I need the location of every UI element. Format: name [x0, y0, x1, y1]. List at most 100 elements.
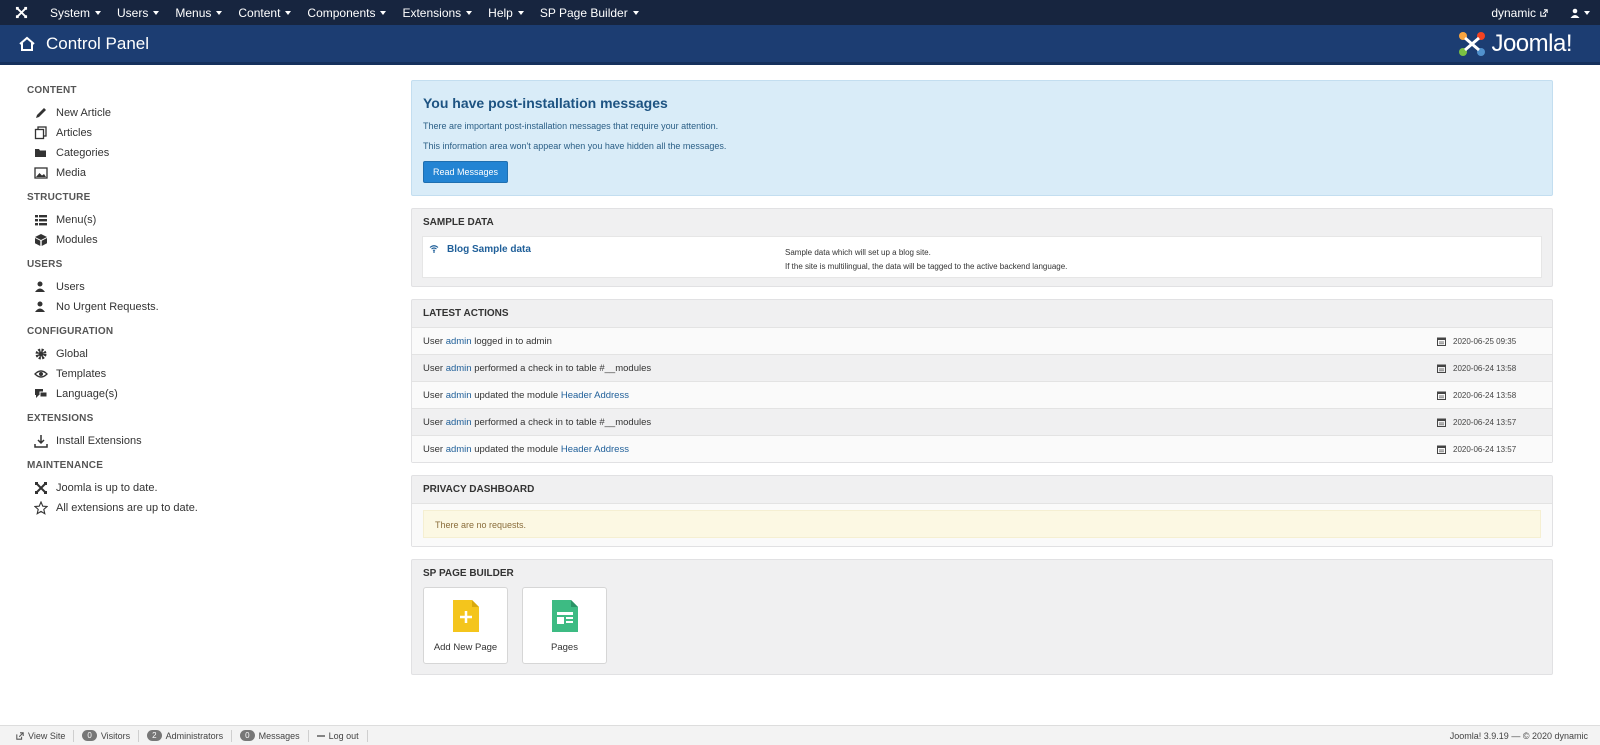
action-user-link[interactable]: admin [446, 390, 472, 401]
chevron-down-icon [466, 11, 473, 15]
sidebar-item-label: Joomla is up to date. [56, 482, 158, 494]
chevron-down-icon [216, 11, 223, 15]
top-menu-label: Content [238, 5, 281, 20]
logout-label: Log out [328, 730, 359, 741]
sidebar-item[interactable]: Modules [27, 230, 400, 250]
action-row: User admin performed a check in to table… [412, 408, 1552, 435]
sidebar-section: EXTENSIONS Install Extensions [27, 410, 400, 451]
sidebar-item-label: Install Extensions [56, 435, 142, 447]
sidebar-item-label: No Urgent Requests. [56, 301, 159, 313]
sample-data-desc-line1: Sample data which will set up a blog sit… [785, 248, 931, 257]
sidebar-item-label: Categories [56, 147, 110, 159]
sidebar-item-label: Menu(s) [56, 214, 97, 226]
sidebar-item[interactable]: Joomla is up to date. [27, 478, 400, 498]
chevron-down-icon [95, 11, 102, 15]
action-date: 2020-06-24 13:57 [1437, 418, 1541, 427]
view-site-label: View Site [28, 730, 66, 741]
sidebar-item[interactable]: Media [27, 163, 400, 183]
top-menu-label: Menus [175, 5, 212, 20]
pages-button[interactable]: Pages [522, 587, 607, 664]
sidebar-item[interactable]: Language(s) [27, 384, 400, 404]
top-menu-item[interactable]: Menus [167, 6, 230, 20]
sidebar-item-label: All extensions are up to date. [56, 502, 198, 514]
wifi-icon [429, 245, 439, 253]
postinstall-line1: There are important post-installation me… [423, 121, 719, 131]
top-menu-label: Help [488, 5, 513, 20]
administrators-label: Administrators [165, 730, 224, 741]
top-menu-item[interactable]: Components [299, 6, 394, 20]
action-item-link[interactable]: Header Address [561, 390, 629, 401]
calendar-icon [1437, 418, 1446, 427]
sidebar-item-label: Modules [56, 234, 98, 246]
visitors-status[interactable]: 0 Visitors [74, 729, 140, 742]
sidebar-heading: MAINTENANCE [27, 460, 104, 471]
sidebar-item-label: Global [56, 348, 88, 360]
sidebar-item[interactable]: Menu(s) [27, 210, 400, 230]
top-menu-item[interactable]: Help [480, 6, 532, 20]
top-menu-item[interactable]: Users [109, 6, 167, 20]
blog-sample-data-link[interactable]: Blog Sample data [423, 244, 785, 277]
external-link-icon [1540, 8, 1548, 17]
sidebar-item[interactable]: Users [27, 277, 400, 297]
view-site-link[interactable]: View Site [8, 729, 75, 742]
sidebar-item-label: Articles [56, 127, 93, 139]
sp-page-builder-panel: SP PAGE BUILDER Add New Page Pages [411, 559, 1553, 675]
calendar-icon [1437, 391, 1446, 400]
joomla-brand-logo: Joomla! [1457, 30, 1572, 58]
action-user-link[interactable]: admin [446, 444, 472, 455]
status-bar: View Site 0 Visitors 2 Administrators 0 … [0, 725, 1600, 745]
sidebar-item[interactable]: Templates [27, 364, 400, 384]
action-prefix: User [423, 389, 446, 401]
chevron-down-icon [517, 11, 524, 15]
action-text: User admin performed a check in to table… [423, 417, 651, 428]
action-text: User admin updated the module Header Add… [423, 444, 629, 455]
top-menu-item[interactable]: Content [230, 6, 299, 20]
sidebar: CONTENT New Article Articles Categories Medi… [0, 68, 400, 524]
cube-icon [34, 233, 48, 247]
top-menu-item[interactable]: System [42, 6, 109, 20]
comments-icon [34, 387, 48, 401]
joomla-logo-icon[interactable] [8, 0, 34, 25]
users-icon [34, 280, 48, 294]
top-menu-label: System [50, 5, 91, 20]
sample-data-description: Sample data which will set up a blog sit… [785, 246, 1067, 277]
postinstall-line2: This information area won't appear when … [423, 141, 727, 151]
site-link[interactable]: dynamic [1491, 6, 1548, 20]
postinstall-title: You have post-installation messages [423, 95, 668, 111]
sidebar-item-label: Templates [56, 368, 107, 380]
action-date-text: 2020-06-24 13:57 [1453, 444, 1517, 454]
action-row: User admin logged in to admin 2020-06-25 … [412, 327, 1552, 354]
administrators-status[interactable]: 2 Administrators [139, 729, 233, 742]
external-link-icon [16, 731, 24, 740]
sidebar-item[interactable]: New Article [27, 103, 400, 123]
top-menu-item[interactable]: SP Page Builder [532, 6, 647, 20]
action-user-link[interactable]: admin [446, 417, 472, 428]
user-icon [1570, 8, 1580, 18]
action-user-link[interactable]: admin [446, 336, 472, 347]
action-prefix: User [423, 443, 446, 455]
chevron-down-icon [632, 11, 639, 15]
user-menu[interactable] [1570, 8, 1590, 18]
sidebar-item[interactable]: Global [27, 344, 400, 364]
action-item-link[interactable]: Header Address [561, 444, 629, 455]
action-row: User admin updated the module Header Add… [412, 381, 1552, 408]
administrators-count-badge: 2 [147, 730, 162, 741]
sidebar-item[interactable]: Categories [27, 143, 400, 163]
action-date-text: 2020-06-24 13:58 [1453, 363, 1517, 373]
sidebar-item[interactable]: Articles [27, 123, 400, 143]
sidebar-item[interactable]: All extensions are up to date. [27, 498, 400, 518]
action-user-link[interactable]: admin [446, 363, 472, 374]
action-prefix: User [423, 335, 446, 347]
action-description: performed a check in to table #__modules [471, 416, 652, 428]
pages-icon [551, 600, 578, 632]
top-menu-item[interactable]: Extensions [394, 6, 480, 20]
action-row: User admin performed a check in to table… [412, 354, 1552, 381]
messages-status[interactable]: 0 Messages [232, 729, 309, 742]
sidebar-item[interactable]: No Urgent Requests. [27, 297, 400, 317]
logout-link[interactable]: Log out [309, 729, 368, 742]
read-messages-button[interactable]: Read Messages [423, 161, 509, 183]
action-date-text: 2020-06-25 09:35 [1453, 336, 1517, 346]
add-new-page-button[interactable]: Add New Page [423, 587, 508, 664]
sidebar-item[interactable]: Install Extensions [27, 431, 400, 451]
main-menu: System Users Menus Content Components Extensi… [42, 6, 647, 20]
